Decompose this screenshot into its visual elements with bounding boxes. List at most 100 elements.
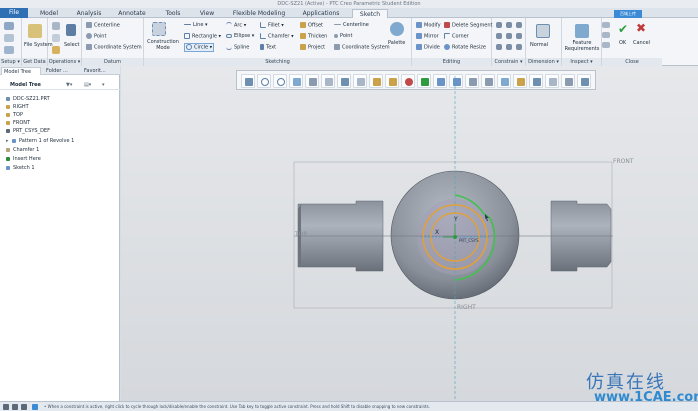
tangent-constraint-icon[interactable] — [506, 22, 512, 28]
tab-model-tree[interactable]: Model Tree — [1, 67, 41, 75]
rotate-resize-button[interactable]: Rotate Resize — [444, 44, 486, 51]
feature-requirements-button[interactable]: Feature Requirements — [564, 40, 600, 52]
tab-analysis[interactable]: Analysis — [74, 9, 104, 18]
tree-settings-icon[interactable]: ▤▾ — [84, 82, 91, 88]
paste-icon[interactable] — [52, 46, 60, 54]
fillet-button[interactable]: Fillet ▾ — [260, 22, 284, 29]
tab-sketch[interactable]: Sketch — [352, 9, 388, 18]
expand-arrow-icon[interactable]: ▸ — [6, 138, 10, 144]
tree-item-front[interactable]: FRONT — [6, 120, 30, 126]
sketch-centerline-button[interactable]: Centerline — [334, 22, 369, 28]
dimension-group-label[interactable]: Dimension ▾ — [526, 58, 561, 66]
datum-centerline-button[interactable]: Centerline — [86, 22, 120, 29]
toggle-browser-icon[interactable] — [12, 404, 18, 410]
symmetric-constraint-icon[interactable] — [516, 22, 522, 28]
inspect-tool-icon[interactable] — [602, 22, 610, 28]
coincident-constraint-icon[interactable] — [506, 44, 512, 50]
sketch-coordinate-system-button[interactable]: Coordinate System — [334, 44, 390, 51]
arc-icon — [226, 22, 232, 28]
feature-requirements-icon[interactable] — [575, 24, 589, 38]
offset-button[interactable]: Offset — [300, 22, 323, 29]
cancel-button[interactable]: Cancel — [633, 40, 650, 46]
datum-plane-icon — [6, 104, 10, 109]
project-button[interactable]: Project — [300, 44, 325, 51]
tab-folder-browser[interactable]: Folder ... — [44, 67, 80, 75]
arc-button[interactable]: Arc ▾ — [226, 22, 246, 29]
front-datum-label[interactable]: FRONT — [613, 158, 634, 165]
tree-item-insert-here[interactable]: Insert Here — [6, 156, 41, 162]
sign-upload-button[interactable]: 百城上传 — [614, 10, 642, 18]
corner-button[interactable]: Corner — [444, 33, 469, 40]
chamfer-button[interactable]: Chamfer ▾ — [260, 33, 294, 40]
tree-item-pattern[interactable]: ▸ Pattern 1 of Revolve 1 — [6, 138, 74, 144]
inspect-tool-icon[interactable] — [602, 42, 610, 48]
sketch-point-button[interactable]: Point — [334, 33, 352, 39]
tab-favorites[interactable]: Favorit... — [82, 67, 118, 75]
palette-button[interactable]: Palette — [388, 40, 405, 46]
construction-mode-button[interactable]: Construction Mode — [146, 39, 180, 51]
toggle-navigator-icon[interactable] — [3, 404, 9, 410]
tab-file[interactable]: File — [0, 8, 28, 18]
tree-item-part[interactable]: DDC-SZ21.PRT — [6, 96, 50, 102]
delete-segment-button[interactable]: Delete Segment — [444, 22, 493, 29]
construction-mode-icon[interactable] — [152, 22, 166, 36]
ribbon-get-data: File System Get Data — [22, 18, 53, 66]
right-datum-label[interactable]: RIGHT — [457, 304, 476, 311]
midpoint-constraint-icon[interactable] — [506, 33, 512, 39]
ok-check-icon[interactable]: ✔ — [618, 22, 628, 36]
inspect-tool-icon[interactable] — [602, 32, 610, 38]
normal-dimension-icon[interactable] — [536, 24, 550, 38]
rectangle-button[interactable]: Rectangle ▾ — [184, 33, 221, 40]
tree-item-csys[interactable]: PRT_CSYS_DEF — [6, 128, 50, 134]
setup-group-label[interactable]: Setup ▾ — [0, 58, 21, 66]
file-system-icon[interactable] — [28, 24, 42, 38]
tree-item-chamfer[interactable]: Chamfer 1 — [6, 147, 39, 153]
tab-model[interactable]: Model — [36, 9, 62, 18]
tree-options-icon[interactable]: ▾ — [102, 82, 105, 88]
mirror-button[interactable]: Mirror — [416, 33, 439, 40]
tree-item-top[interactable]: TOP — [6, 112, 23, 118]
constrain-group-label[interactable]: Constrain ▾ — [492, 58, 525, 66]
vertical-constraint-icon[interactable] — [496, 22, 502, 28]
parallel-constraint-icon[interactable] — [516, 44, 522, 50]
cut-icon[interactable] — [52, 22, 60, 30]
cancel-x-icon[interactable]: ✖ — [636, 21, 646, 35]
equal-constraint-icon[interactable] — [516, 33, 522, 39]
horizontal-constraint-icon[interactable] — [496, 33, 502, 39]
copy-icon[interactable] — [52, 34, 60, 42]
select-arrow-icon[interactable] — [66, 24, 76, 36]
line-button[interactable]: Line ▾ — [184, 22, 208, 28]
modify-button[interactable]: Modify — [416, 22, 441, 29]
spline-button[interactable]: Spline — [226, 44, 249, 51]
sketch-view-icon[interactable] — [4, 46, 14, 54]
tab-view[interactable]: View — [196, 9, 218, 18]
model-canvas[interactable] — [121, 66, 698, 401]
graphics-window[interactable]: FRONT TOP RIGHT X Y PRT_CSYS — [121, 66, 698, 401]
fullscreen-icon[interactable] — [21, 404, 27, 410]
tab-annotate[interactable]: Annotate — [116, 9, 148, 18]
text-button[interactable]: Text — [260, 44, 276, 51]
thicken-button[interactable]: Thicken — [300, 33, 327, 40]
operations-group-label[interactable]: Operations ▾ — [48, 58, 81, 66]
sketch-setup-icon[interactable] — [4, 22, 14, 30]
ellipse-button[interactable]: Ellipse ▾ — [226, 33, 254, 39]
palette-icon[interactable] — [390, 22, 404, 36]
tree-item-right[interactable]: RIGHT — [6, 104, 29, 110]
perpendicular-constraint-icon[interactable] — [496, 44, 502, 50]
datum-point-button[interactable]: Point — [86, 33, 106, 40]
top-datum-label[interactable]: TOP — [295, 231, 307, 238]
inspect-group-label[interactable]: Inspect ▾ — [562, 58, 601, 66]
datum-coordinate-system-button[interactable]: Coordinate System — [86, 44, 142, 51]
tab-flexible-modeling[interactable]: Flexible Modeling — [228, 9, 290, 18]
ok-button[interactable]: OK — [619, 40, 626, 46]
tree-filter-icon[interactable]: ▼▾ — [66, 82, 72, 88]
divide-button[interactable]: Divide — [416, 44, 440, 51]
circle-button[interactable]: Circle ▾ — [184, 43, 215, 52]
select-button[interactable]: Select — [64, 42, 79, 48]
tab-tools[interactable]: Tools — [160, 9, 186, 18]
tree-item-sketch[interactable]: Sketch 1 — [6, 165, 35, 171]
reference-icon[interactable] — [4, 34, 14, 42]
normal-dimension-button[interactable]: Normal — [530, 42, 548, 48]
datum-plane-icon — [6, 120, 10, 125]
tab-applications[interactable]: Applications — [300, 9, 342, 18]
